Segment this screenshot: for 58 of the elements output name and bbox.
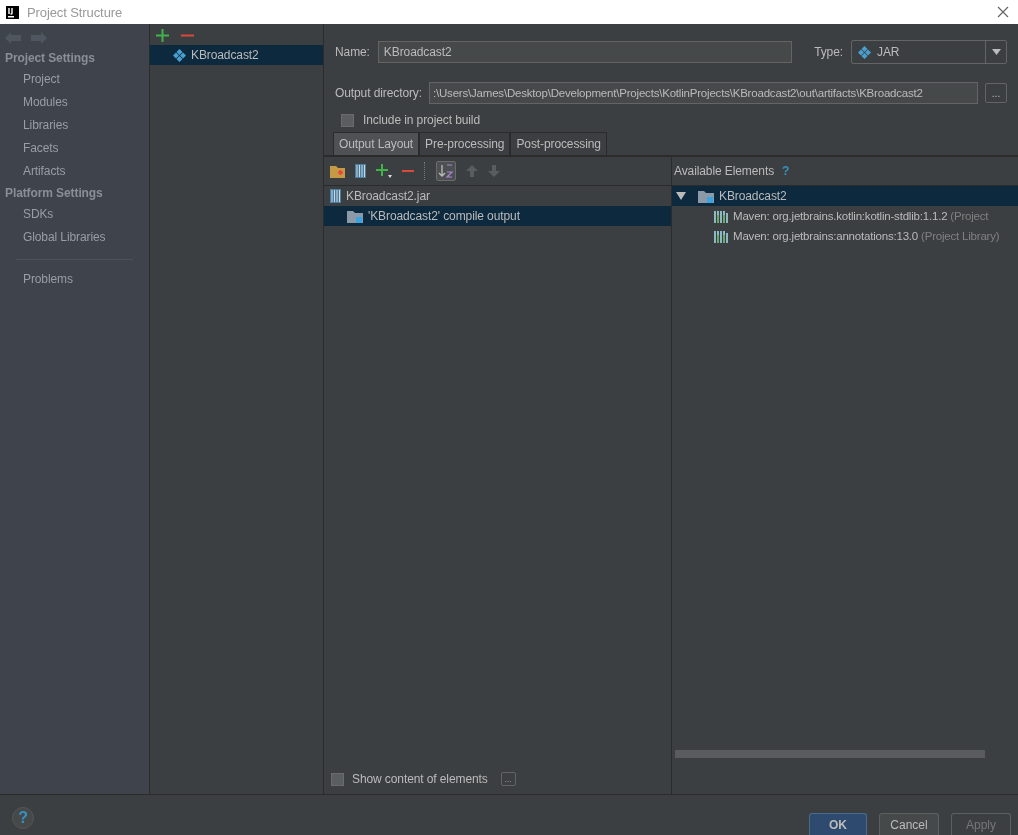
folder-icon xyxy=(347,209,363,223)
name-field[interactable]: KBroadcast2 xyxy=(377,41,793,63)
library-icon xyxy=(714,229,728,243)
archive-icon[interactable] xyxy=(355,164,366,178)
help-link[interactable]: ? xyxy=(782,164,790,178)
field-label: Type: xyxy=(814,45,843,59)
close-icon xyxy=(997,6,1009,18)
sort-icon xyxy=(437,162,455,180)
tree-item[interactable]: 'KBroadcast2' compile output xyxy=(324,206,671,226)
tree-item[interactable]: KBroadcast2.jar xyxy=(324,186,671,206)
type-dropdown[interactable]: JAR xyxy=(851,40,1007,64)
expand-arrow-icon[interactable] xyxy=(676,191,686,201)
new-folder-icon[interactable] xyxy=(330,164,345,178)
checkbox[interactable] xyxy=(341,113,354,127)
sidebar-item[interactable]: Libraries xyxy=(0,114,149,137)
dialog-button[interactable]: Cancel xyxy=(879,813,939,835)
sidebar-item[interactable]: Project xyxy=(0,68,149,91)
section-heading: Platform Settings xyxy=(4,185,104,202)
panel-title: Available Elements xyxy=(674,164,775,178)
help-button[interactable]: ? xyxy=(12,807,34,829)
up-arrow-icon[interactable] xyxy=(466,165,478,177)
add-icon[interactable] xyxy=(376,164,392,178)
add-icon[interactable] xyxy=(156,29,169,42)
checkbox-label: Include in project build xyxy=(363,113,480,127)
checkbox[interactable] xyxy=(331,772,344,786)
sidebar-item[interactable]: Global Libraries xyxy=(0,226,149,249)
sidebar-item[interactable]: Artifacts xyxy=(0,160,149,183)
sidebar-item[interactable]: SDKs xyxy=(0,203,149,226)
sort-toggle[interactable] xyxy=(436,161,456,181)
artifact-icon xyxy=(173,48,186,62)
artifact-icon xyxy=(858,45,871,59)
tree-item[interactable]: KBroadcast2 xyxy=(672,186,1018,206)
tree-item[interactable]: Maven: org.jetbrains:annotations:13.0 (Project Library) xyxy=(672,226,1018,246)
field-label: Name: xyxy=(335,45,370,59)
tree-item[interactable]: Maven: org.jetbrains.kotlin:kotlin-stdlib:1.1.2 (Project xyxy=(672,206,1018,226)
more-button[interactable]: ... xyxy=(500,772,516,786)
library-icon xyxy=(714,209,728,223)
caret-icon xyxy=(991,49,1001,55)
tab[interactable]: Pre-processing xyxy=(419,132,511,155)
down-arrow-icon[interactable] xyxy=(488,165,500,177)
field-label: Output directory: xyxy=(335,86,422,100)
section-heading: Project Settings xyxy=(4,50,96,67)
scrollbar[interactable] xyxy=(675,750,985,758)
dialog-button[interactable]: OK xyxy=(809,813,867,835)
window-title: Project Structure xyxy=(27,4,123,20)
tab[interactable]: Post-processing xyxy=(510,132,607,155)
output-directory-field[interactable]: :\Users\James\Desktop\Development\Projects\KotlinProjects\KBroadcast2\out\artifacts\KBroadcast2 xyxy=(429,82,978,104)
checkbox-label: Show content of elements xyxy=(352,772,488,786)
app-logo-icon xyxy=(6,5,19,19)
folder-icon xyxy=(698,189,714,203)
artifact-item[interactable]: KBroadcast2 xyxy=(150,45,323,65)
sidebar-item[interactable]: Modules xyxy=(0,91,149,114)
tab[interactable]: Output Layout xyxy=(333,132,420,155)
dialog-button: Apply xyxy=(951,813,1011,835)
browse-button[interactable]: ... xyxy=(985,83,1007,103)
sidebar-item[interactable]: Problems xyxy=(0,268,149,291)
archive-icon xyxy=(330,189,341,203)
sidebar-item[interactable]: Facets xyxy=(0,137,149,160)
